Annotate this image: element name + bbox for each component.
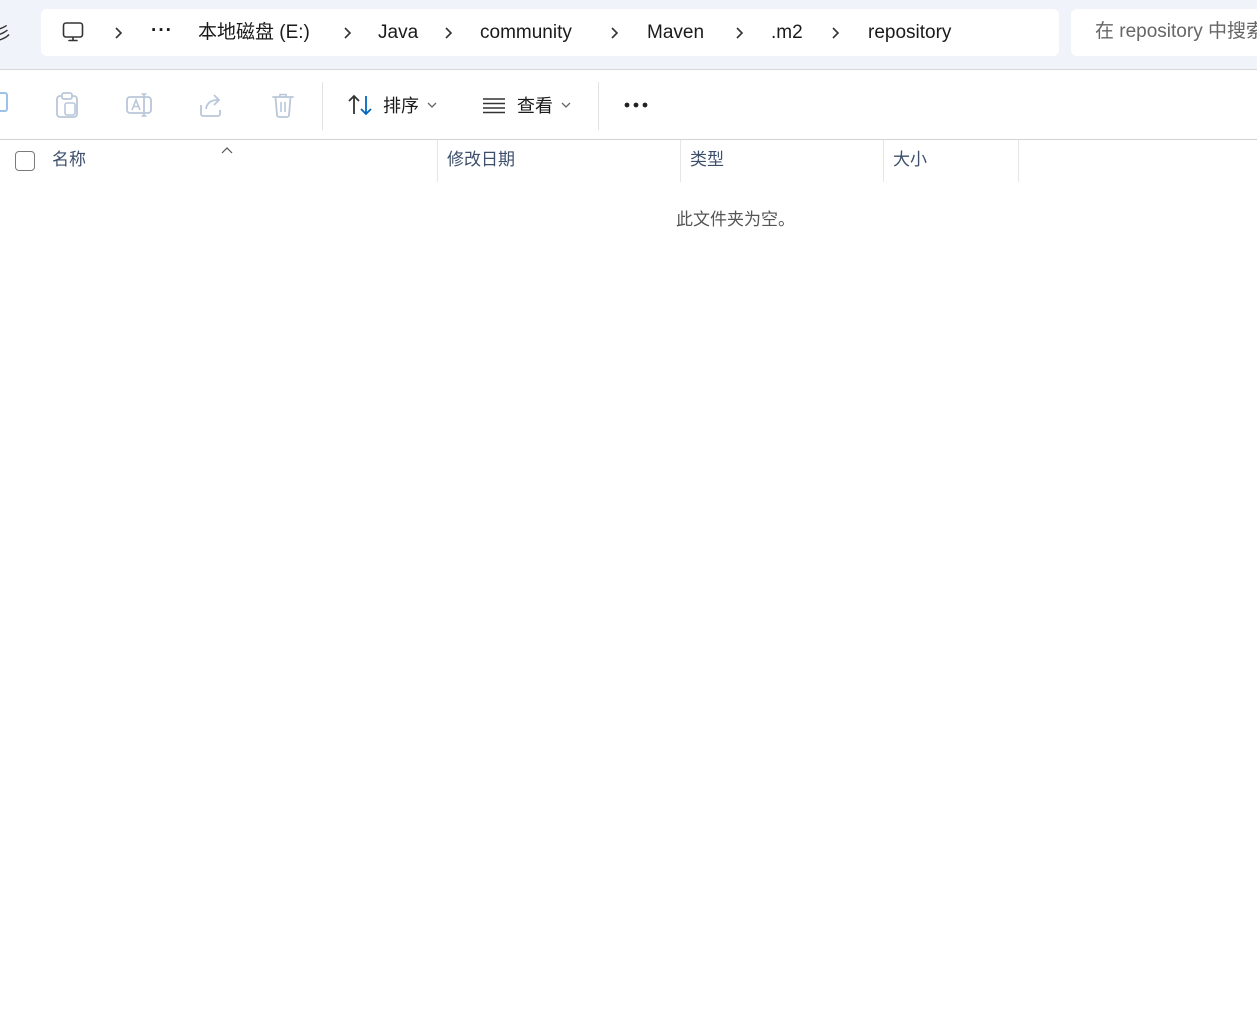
share-icon[interactable] xyxy=(196,90,226,120)
column-divider[interactable] xyxy=(1018,140,1019,182)
column-name[interactable]: 名称 xyxy=(52,140,432,182)
empty-folder-message: 此文件夹为空。 xyxy=(676,210,795,229)
breadcrumb-item-local-disk-e[interactable]: 本地磁盘 (E:) xyxy=(198,21,310,45)
file-explorer-window: 彡 ··· 本地磁盘 (E:) Java community Maven .m2… xyxy=(0,0,1257,1034)
chevron-right-icon[interactable] xyxy=(824,21,848,45)
select-all-checkbox[interactable] xyxy=(15,151,35,171)
breadcrumb-item-m2[interactable]: .m2 xyxy=(771,21,803,45)
chevron-right-icon[interactable] xyxy=(437,21,461,45)
chevron-right-icon[interactable] xyxy=(107,21,131,45)
view-list-icon xyxy=(483,98,505,114)
column-modified-date[interactable]: 修改日期 xyxy=(447,140,675,182)
this-pc-monitor-icon[interactable] xyxy=(61,20,85,44)
command-bar: 排序 查看 xyxy=(0,70,1257,140)
breadcrumb-item-maven[interactable]: Maven xyxy=(647,21,704,45)
column-size[interactable]: 大小 xyxy=(893,140,1013,182)
view-label: 查看 xyxy=(517,96,553,116)
chevron-right-icon[interactable] xyxy=(336,21,360,45)
column-divider[interactable] xyxy=(437,140,438,182)
search-input[interactable] xyxy=(1093,20,1257,44)
sort-icon xyxy=(348,94,372,116)
chevron-right-icon[interactable] xyxy=(728,21,752,45)
delete-icon[interactable] xyxy=(268,90,298,120)
back-button-clipped[interactable]: 彡 xyxy=(0,20,12,46)
breadcrumb-overflow[interactable]: ··· xyxy=(151,19,173,43)
breadcrumb-item-repository[interactable]: repository xyxy=(868,21,951,45)
more-options-icon[interactable] xyxy=(620,90,652,120)
view-button[interactable]: 查看 xyxy=(481,88,571,122)
paste-icon[interactable] xyxy=(52,90,82,120)
column-type[interactable]: 类型 xyxy=(690,140,878,182)
search-box[interactable] xyxy=(1071,9,1257,56)
column-divider[interactable] xyxy=(680,140,681,182)
sort-ascending-icon xyxy=(220,141,234,159)
rename-icon[interactable] xyxy=(124,90,154,120)
breadcrumb-item-community[interactable]: community xyxy=(480,21,572,45)
breadcrumb-item-java[interactable]: Java xyxy=(378,21,418,45)
copy-icon[interactable] xyxy=(0,92,8,112)
address-toolbar: 彡 ··· 本地磁盘 (E:) Java community Maven .m2… xyxy=(0,0,1257,70)
chevron-right-icon[interactable] xyxy=(603,21,627,45)
column-header: 名称 修改日期 类型 大小 xyxy=(0,140,1257,182)
chevron-down-icon xyxy=(427,102,437,108)
chevron-down-icon xyxy=(561,102,571,108)
breadcrumb[interactable]: ··· 本地磁盘 (E:) Java community Maven .m2 r… xyxy=(41,9,1059,56)
column-divider[interactable] xyxy=(883,140,884,182)
sort-button[interactable]: 排序 xyxy=(347,88,437,122)
file-list-area[interactable] xyxy=(0,183,1257,1034)
toolbar-separator xyxy=(598,82,599,130)
toolbar-separator xyxy=(322,82,323,130)
sort-label: 排序 xyxy=(383,96,419,116)
